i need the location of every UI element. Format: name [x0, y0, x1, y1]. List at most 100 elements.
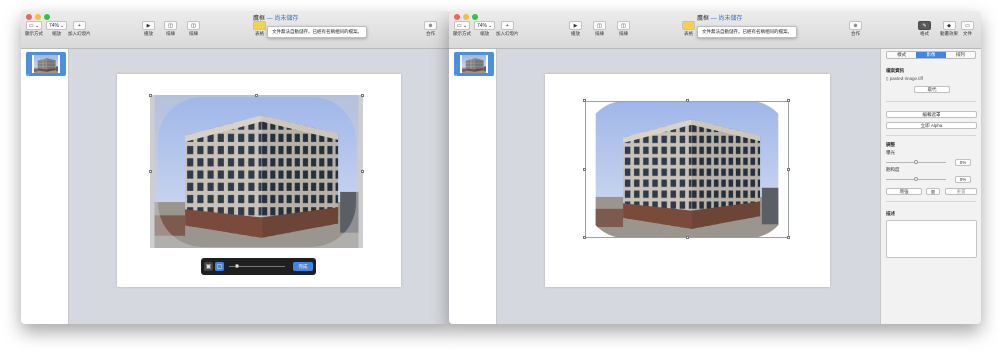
add-slide-button[interactable]: + 加入幻燈片 [496, 21, 519, 37]
slide-navigator: 1 [449, 49, 497, 324]
building-thumbnail-image [460, 55, 488, 73]
description-title: 描述 [886, 211, 895, 216]
enhance-button[interactable]: 增強 [886, 188, 922, 195]
view-menu-icon: ▭ ⌄ [25, 21, 43, 30]
slide[interactable] [545, 74, 830, 287]
resize-handle[interactable] [787, 168, 790, 171]
exposure-label: 曝光 [886, 150, 895, 155]
collaborate-button[interactable]: ⊕ 合作 [424, 21, 437, 37]
collaborate-button[interactable]: ⊕ 合作 [849, 21, 862, 37]
exposure-slider[interactable] [886, 160, 946, 164]
minimize-window-button[interactable] [35, 14, 41, 20]
table-button[interactable]: 表格 [682, 21, 695, 37]
window-controls [454, 14, 478, 20]
saturation-value-field[interactable]: 0% [955, 176, 971, 183]
collaborate-icon: ⊕ [849, 21, 862, 30]
resize-handle[interactable] [361, 94, 364, 97]
fullscreen-window-button[interactable] [472, 14, 478, 20]
document-label: 文件 [963, 31, 972, 36]
image-icon[interactable]: ▣ [204, 262, 213, 271]
resize-handle[interactable] [787, 236, 790, 239]
play-button[interactable]: ▶ 播放 [569, 21, 582, 37]
instant-alpha-button[interactable]: 立即 Alpha [886, 122, 977, 129]
rehearse-label-2: 排練 [189, 31, 198, 36]
document-status: — 尚未儲存 [710, 16, 743, 22]
animate-icon: ◆ [942, 21, 956, 30]
rehearse-label-2: 排練 [619, 31, 628, 36]
resize-handle[interactable] [583, 236, 586, 239]
resize-handle[interactable] [583, 168, 586, 171]
resize-handle[interactable] [361, 170, 364, 173]
divider [886, 101, 976, 102]
add-slide-label: 加入幻燈片 [68, 31, 91, 36]
resize-handle[interactable] [686, 99, 689, 102]
close-window-button[interactable] [26, 14, 32, 20]
slide-canvas: ▣ ▢ 完成 [69, 49, 450, 324]
resize-handle[interactable] [787, 99, 790, 102]
plus-icon: + [500, 21, 514, 30]
rehearse-button-2[interactable]: ◫ 排練 [617, 21, 630, 37]
zoom-button[interactable]: 74% ⌄ 縮放 [474, 21, 496, 37]
file-name-row: ▯ pasted-image.tiff [886, 76, 976, 82]
add-slide-button[interactable]: + 加入幻燈片 [68, 21, 91, 37]
file-info-title: 檔案資訊 [886, 68, 904, 73]
fullscreen-window-button[interactable] [44, 14, 50, 20]
rehearse-button-2[interactable]: ◫ 排練 [187, 21, 200, 37]
mask-icon[interactable]: ▢ [215, 262, 224, 271]
format-inspector: 樣式 影像 排列 檔案資訊 ▯ pasted-image.tiff 取代 編輯遮… [880, 49, 981, 324]
slider-knob[interactable] [235, 264, 239, 268]
paintbrush-icon: ✎ [918, 21, 931, 30]
building-thumbnail-image [32, 55, 60, 73]
resize-handle[interactable] [255, 94, 258, 97]
close-window-button[interactable] [454, 14, 460, 20]
animate-button[interactable]: ◆ 動畫效果 [940, 21, 958, 37]
tab-style[interactable]: 樣式 [887, 52, 917, 58]
slide-number: 1 [27, 73, 30, 78]
slide-thumbnail[interactable]: 1 [26, 52, 66, 78]
chevron-down-icon: ⌄ [60, 22, 65, 29]
view-button[interactable]: ▭ ⌄ 顯示方式 [25, 21, 43, 37]
table-label: 表格 [255, 31, 264, 36]
levels-icon[interactable]: ▥ [926, 188, 940, 195]
format-button[interactable]: ✎ 格式 [918, 21, 931, 37]
inspector-tabs: 樣式 影像 排列 [886, 51, 976, 59]
divider [886, 201, 976, 202]
reset-button[interactable]: 重置 [945, 188, 977, 195]
table-label: 表格 [684, 31, 693, 36]
play-icon: ▶ [142, 21, 155, 30]
replace-button[interactable]: 取代 [914, 86, 950, 93]
edit-mask-button[interactable]: 編輯遮罩 [886, 111, 977, 118]
resize-handle[interactable] [686, 236, 689, 239]
resize-handle[interactable] [149, 94, 152, 97]
slide-thumbnail[interactable]: 1 [454, 52, 494, 78]
minimize-window-button[interactable] [463, 14, 469, 20]
play-button[interactable]: ▶ 播放 [142, 21, 155, 37]
document-title: 鷹框 [697, 16, 710, 22]
rehearse-icon: ◫ [593, 21, 606, 30]
rehearse-button[interactable]: ◫ 排練 [593, 21, 606, 37]
selection-frame [585, 101, 789, 238]
exposure-value-field[interactable]: 0% [955, 159, 971, 166]
slide[interactable]: ▣ ▢ 完成 [117, 74, 401, 287]
tab-arrange[interactable]: 排列 [945, 52, 975, 58]
slider-knob[interactable] [914, 177, 918, 181]
done-button[interactable]: 完成 [293, 262, 313, 271]
animate-label: 動畫效果 [940, 31, 958, 36]
mask-edit-bar: ▣ ▢ 完成 [201, 258, 316, 275]
slider-knob[interactable] [914, 160, 918, 164]
resize-handle[interactable] [149, 170, 152, 173]
resize-handle[interactable] [583, 99, 586, 102]
add-slide-label: 加入幻燈片 [496, 31, 519, 36]
mask-zoom-slider[interactable] [229, 264, 285, 268]
view-button[interactable]: ▭ ⌄ 顯示方式 [453, 21, 471, 37]
rehearse-button[interactable]: ◫ 排練 [164, 21, 177, 37]
document-button[interactable]: ▭ 文件 [961, 21, 974, 37]
description-field[interactable] [886, 220, 977, 258]
saturation-slider[interactable] [886, 177, 946, 181]
table-button[interactable]: 表格 [253, 21, 266, 37]
tab-image[interactable]: 影像 [916, 52, 946, 58]
slide-thumbnail-image [460, 55, 488, 73]
keynote-window-right: 鷹框 — 尚未儲存 ▭ ⌄ 顯示方式 74% ⌄ 縮放 + 加入幻燈片 ▶ 播放 … [449, 11, 981, 324]
zoom-button[interactable]: 74% ⌄ 縮放 [46, 21, 68, 37]
masked-building-image[interactable] [150, 95, 363, 248]
